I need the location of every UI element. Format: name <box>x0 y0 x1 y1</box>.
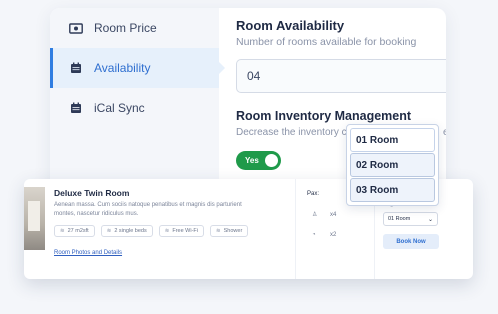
active-arrow <box>219 62 225 74</box>
sidebar-item-label: Room Price <box>94 21 157 35</box>
adults-count: ♙ x4 <box>312 211 337 219</box>
pax-label: Pax: <box>307 191 320 197</box>
inventory-toggle[interactable]: Yes <box>236 151 281 170</box>
dropdown-option-01-room[interactable]: 01 Room <box>350 128 435 152</box>
sidebar-item-label: Availability <box>94 61 151 75</box>
room-details-link[interactable]: Room Photos and Details <box>54 250 122 256</box>
room-description: Aenean massa. Cum sociis natoque penatib… <box>54 202 242 217</box>
rooms-available-input[interactable]: 04 <box>236 59 446 93</box>
availability-title: Room Availability <box>236 18 345 33</box>
active-indicator <box>50 48 53 88</box>
amenity-badge: ≋ Free Wi-Fi <box>158 225 205 237</box>
sidebar-item-room-price[interactable]: Room Price <box>50 8 219 48</box>
room-select[interactable]: 01 Room ⌄ <box>383 212 438 226</box>
dropdown-option-03-room[interactable]: 03 Room <box>350 178 435 202</box>
sidebar-item-label: iCal Sync <box>94 101 145 115</box>
divider <box>295 179 296 279</box>
sidebar-item-ical-sync[interactable]: iCal Sync <box>50 88 219 128</box>
child-icon: ◔ <box>312 232 316 238</box>
chevron-down-icon: ⌄ <box>427 217 433 223</box>
wifi-icon: ≋ <box>60 228 65 234</box>
inventory-description: Decrease the inventory co e <box>236 127 446 138</box>
amenity-badge: ≋ 27 m2sft <box>54 225 95 237</box>
amenity-badge: ≋ Shower <box>210 225 249 237</box>
wifi-icon: ≋ <box>164 228 170 234</box>
calendar-icon <box>68 101 84 115</box>
wifi-icon: ≋ <box>106 228 112 234</box>
toggle-knob <box>265 154 278 167</box>
inventory-title: Room Inventory Management <box>236 109 412 123</box>
room-count-dropdown: 01 Room 02 Room 03 Room <box>346 124 439 206</box>
room-thumbnail <box>24 187 45 250</box>
calendar-icon <box>68 61 84 75</box>
amenity-badge: ≋ 2 single beds <box>100 225 153 237</box>
wifi-icon: ≋ <box>216 228 221 234</box>
dropdown-option-02-room[interactable]: 02 Room <box>350 153 435 177</box>
book-now-button[interactable]: Book Now <box>383 234 439 249</box>
room-title: Deluxe Twin Room <box>54 188 130 198</box>
money-icon <box>68 21 84 35</box>
availability-description: Number of rooms available for booking <box>236 36 417 48</box>
sidebar-item-availability[interactable]: Availability <box>50 48 225 88</box>
person-icon: ♙ <box>312 212 318 218</box>
toggle-label: Yes <box>245 156 259 165</box>
children-count: ◔ x2 <box>312 232 337 238</box>
amenity-list: ≋ 27 m2sft ≋ 2 single beds ≋ Free Wi-Fi ≋ Sh… <box>54 225 254 237</box>
